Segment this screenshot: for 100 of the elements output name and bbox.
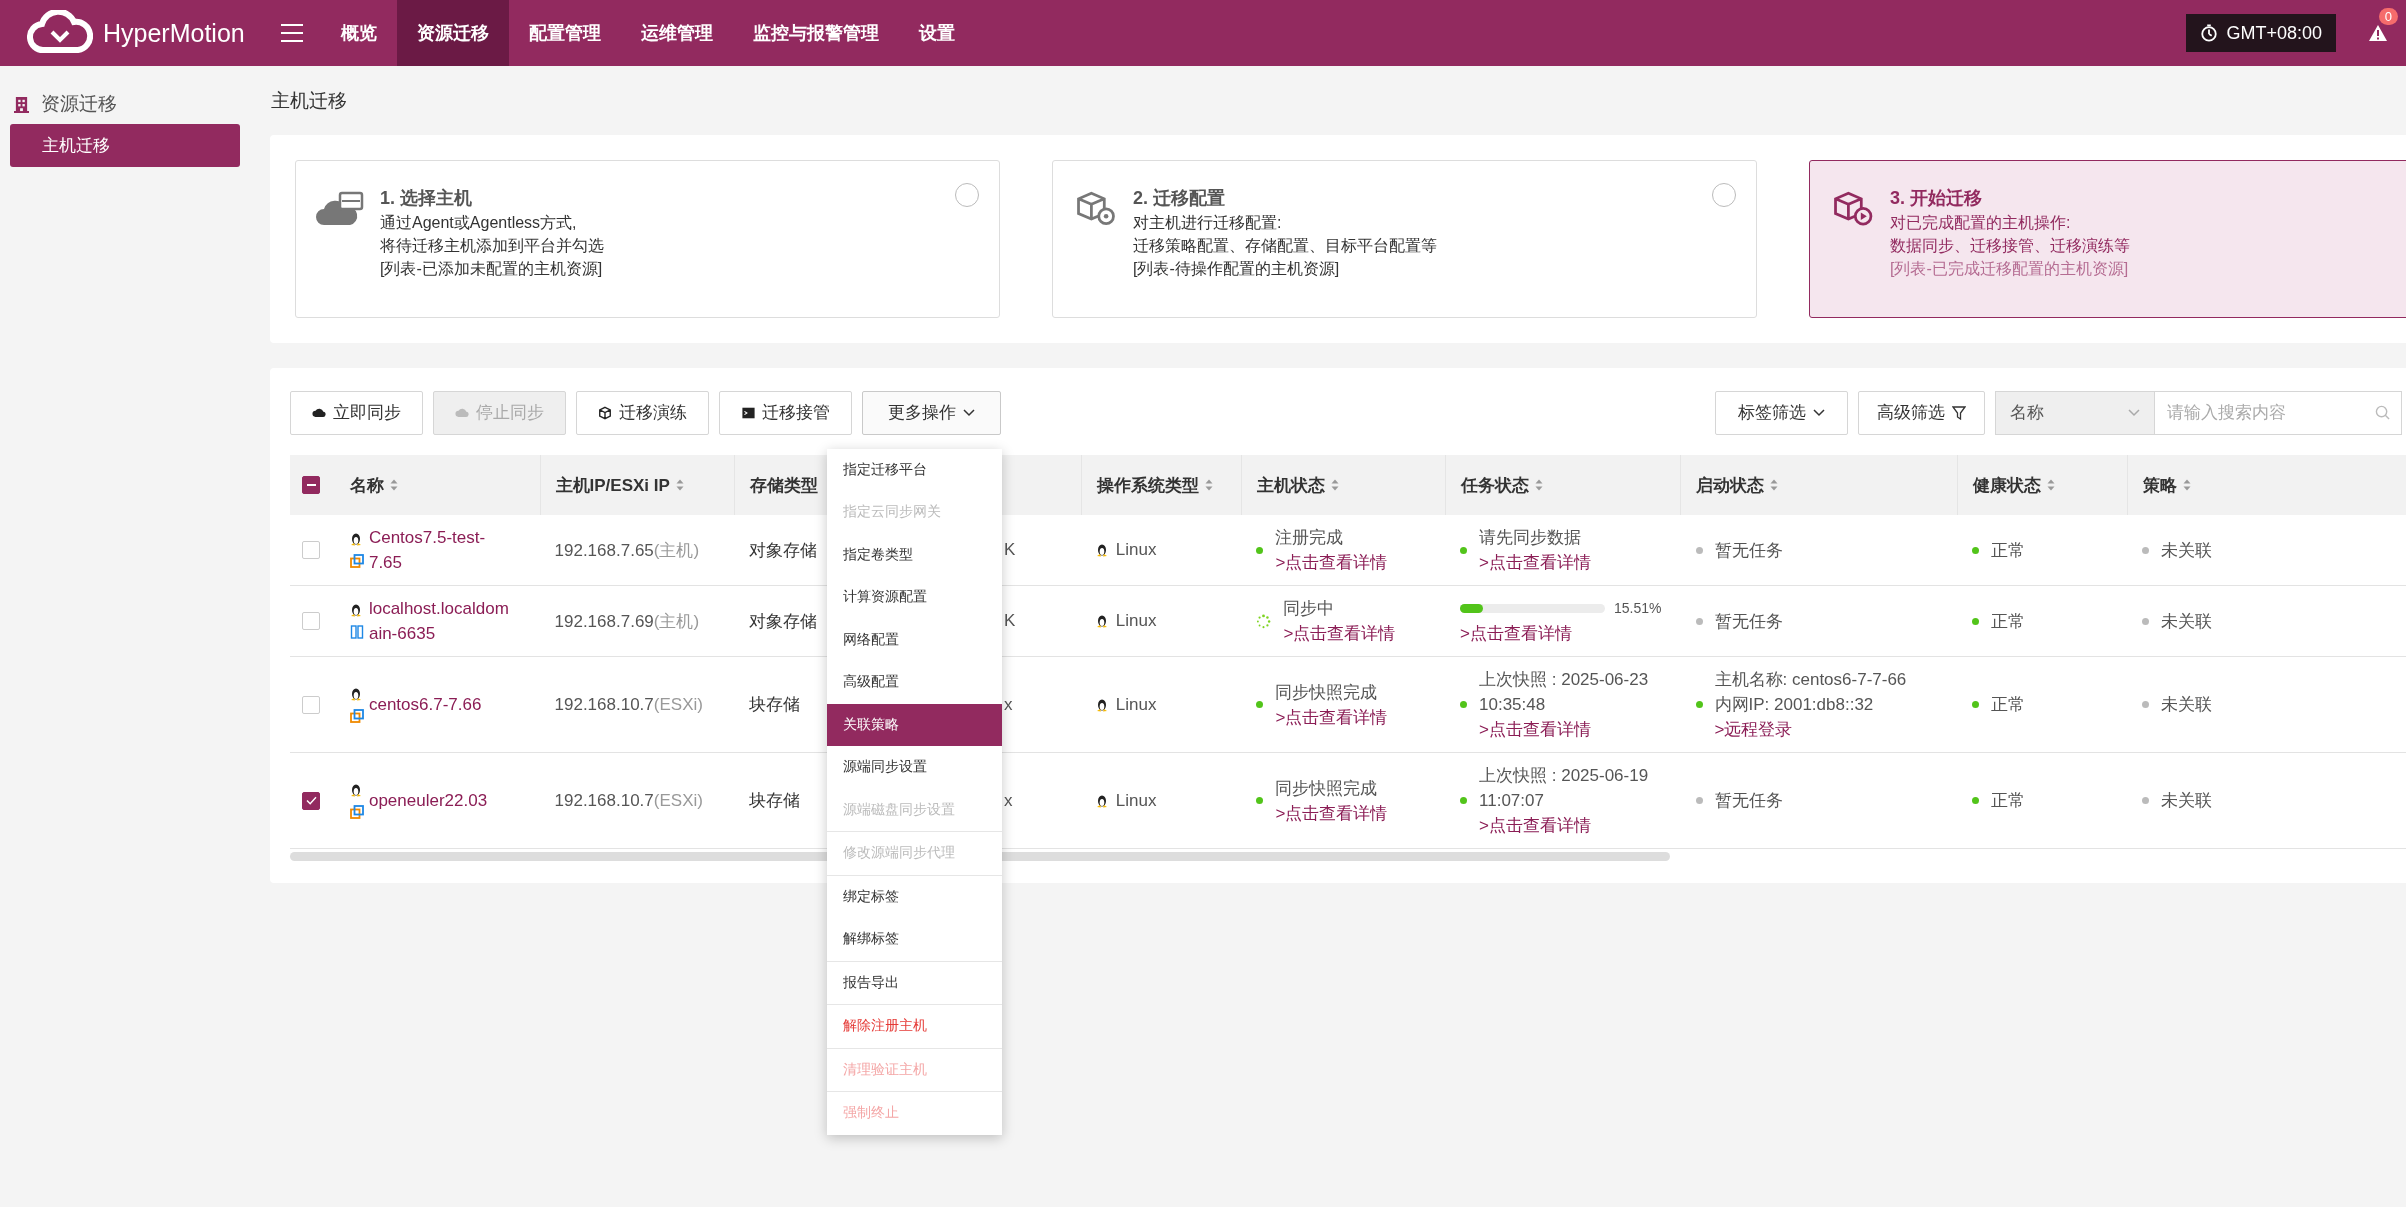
details-link[interactable]: >点击查看详情 xyxy=(1275,800,1388,826)
column-header[interactable]: 任务状态 xyxy=(1460,473,1529,497)
menu-item[interactable]: 计算资源配置 xyxy=(827,576,1002,619)
host-name-link[interactable]: openeuler22.03 xyxy=(368,788,509,813)
ip-address: 192.168.10.7(ESXi) xyxy=(554,694,703,715)
row-checkbox[interactable] xyxy=(302,791,320,810)
menu-item[interactable]: 解除注册主机 xyxy=(827,1005,1002,1048)
menu-item[interactable]: 报告导出 xyxy=(827,961,1002,1004)
toolbar-button[interactable]: 迁移接管 xyxy=(719,390,852,435)
sort-icon[interactable] xyxy=(1770,479,1779,491)
column-header[interactable]: 主机状态 xyxy=(1257,473,1326,497)
details-link[interactable]: >点击查看详情 xyxy=(1479,717,1673,742)
column-header[interactable]: 存储类型 xyxy=(750,473,819,497)
host-name-link[interactable]: localhost.localdomain-6635 xyxy=(368,596,509,646)
step-note: [列表-已添加未配置的主机资源] xyxy=(380,259,604,279)
sort-icon[interactable] xyxy=(1331,479,1340,491)
overlapping-squares-icon xyxy=(349,554,364,568)
advanced-filter-button[interactable]: 高级筛选 xyxy=(1858,390,1985,435)
brand-name: HyperMotion xyxy=(103,18,245,48)
details-link[interactable]: >点击查看详情 xyxy=(1460,621,1662,646)
step-title: 2. 迁移配置 xyxy=(1133,187,1226,210)
loading-spinner-icon xyxy=(1256,613,1272,629)
caret-icon xyxy=(1813,408,1825,417)
menu-item[interactable]: 高级配置 xyxy=(827,661,1002,704)
step-title: 1. 选择主机 xyxy=(380,187,473,210)
toolbar-button[interactable]: 立即同步 xyxy=(290,390,423,435)
menu-item[interactable]: 绑定标签 xyxy=(827,875,1002,918)
menu-item[interactable]: 指定卷类型 xyxy=(827,533,1002,576)
check-icon xyxy=(305,796,317,805)
policy-status: 未关联 xyxy=(2160,610,2212,633)
column-header[interactable]: 主机IP/ESXi IP xyxy=(555,473,670,497)
warning-icon[interactable] xyxy=(2368,24,2388,42)
storage-type: 对象存储 xyxy=(749,539,818,562)
timezone-button[interactable]: GMT+08:00 xyxy=(2186,14,2336,52)
nav-tab[interactable]: 配置管理 xyxy=(508,0,621,66)
nav-tab[interactable]: 运维管理 xyxy=(620,0,733,66)
step-card[interactable]: 1. 选择主机 通过Agent或Agentless方式, 将待迁移主机添加到平台并勾选 [列表-已添加未配置的主机资源] xyxy=(295,160,1000,318)
health-status: 正常 xyxy=(1990,694,2025,716)
step-description: 对主机进行迁移配置: xyxy=(1133,213,1283,233)
tag-filter-button[interactable]: 标签筛选 xyxy=(1715,390,1848,435)
nav-tab[interactable]: 资源迁移 xyxy=(396,0,509,66)
menu-item[interactable]: 源端同步设置 xyxy=(827,746,1002,789)
menu-item[interactable]: 指定迁移平台 xyxy=(827,448,1002,491)
sort-icon[interactable] xyxy=(675,479,684,491)
details-link[interactable]: >点击查看详情 xyxy=(1479,813,1673,838)
remote-login-link[interactable]: >远程登录 xyxy=(1714,717,1907,742)
progress-percent: 15.51% xyxy=(1614,599,1662,618)
details-link[interactable]: >点击查看详情 xyxy=(1275,550,1388,575)
menu-item[interactable]: 解绑标签 xyxy=(827,918,1002,961)
cube-icon xyxy=(598,405,612,420)
column-header[interactable]: 健康状态 xyxy=(1972,473,2041,497)
host-name-link[interactable]: centos6.7-7.66 xyxy=(368,692,509,717)
penguin-icon xyxy=(1095,697,1108,712)
step-card[interactable]: 3. 开始迁移 对已完成配置的主机操作: 数据同步、迁移接管、迁移演练等 [列表-已完成迁移配置的主机资源] xyxy=(1809,160,2406,318)
details-link[interactable]: >点击查看详情 xyxy=(1283,621,1396,646)
details-link[interactable]: >点击查看详情 xyxy=(1275,704,1388,730)
table-cell: x xyxy=(1003,694,1013,715)
sort-icon[interactable] xyxy=(2182,479,2191,491)
more-actions-button[interactable]: 更多操作 xyxy=(862,390,1001,435)
column-header[interactable]: 启动状态 xyxy=(1696,473,1765,497)
nav-tab[interactable]: 监控与报警管理 xyxy=(732,0,899,66)
storage-type: 块存储 xyxy=(749,694,801,716)
step-description: 将待迁移主机添加到平台并勾选 xyxy=(380,236,604,256)
nav-tab[interactable]: 设置 xyxy=(898,0,975,66)
search-field-select[interactable]: 名称 xyxy=(1995,390,2155,435)
penguin-icon xyxy=(1095,793,1108,808)
start-status: 内网IP: 2001:db8::32 xyxy=(1714,694,1875,716)
sort-icon[interactable] xyxy=(1204,479,1213,491)
server-icon xyxy=(349,625,364,639)
menu-item[interactable]: 关联策略 xyxy=(827,703,1002,746)
task-status: 请先同步数据 xyxy=(1479,527,1582,549)
search-field[interactable]: 请输入搜索内容 xyxy=(2155,390,2402,435)
ip-address: 192.168.7.65(主机) xyxy=(554,539,700,562)
step-description: 对已完成配置的主机操作: xyxy=(1890,213,2072,233)
filter-icon xyxy=(1952,405,1966,420)
select-all-checkbox[interactable] xyxy=(302,476,320,494)
column-header[interactable]: 名称 xyxy=(349,473,384,497)
step-description: 迁移策略配置、存储配置、目标平台配置等 xyxy=(1133,236,1437,256)
menu-icon[interactable] xyxy=(280,24,303,42)
policy-status: 未关联 xyxy=(2160,694,2212,716)
column-header[interactable]: 操作系统类型 xyxy=(1096,473,1199,497)
cloud-icon xyxy=(312,407,326,418)
sidebar-item[interactable]: 主机迁移 xyxy=(10,124,240,167)
penguin-icon xyxy=(349,603,362,617)
step-note: [列表-待操作配置的主机资源] xyxy=(1133,259,1341,279)
menu-item[interactable]: 网络配置 xyxy=(827,618,1002,661)
sort-icon[interactable] xyxy=(2046,479,2055,491)
sort-icon[interactable] xyxy=(1534,479,1543,491)
toolbar-button[interactable]: 迁移演练 xyxy=(576,390,709,435)
table-cell: K xyxy=(1003,540,1016,560)
sort-icon[interactable] xyxy=(389,479,398,491)
column-header[interactable]: 策略 xyxy=(2142,473,2177,497)
table-cell: x xyxy=(1003,790,1013,811)
details-link[interactable]: >点击查看详情 xyxy=(1479,550,1591,575)
nav-tab[interactable]: 概览 xyxy=(320,0,397,66)
host-name-link[interactable]: Centos7.5-test-7.65 xyxy=(368,525,509,575)
policy-status: 未关联 xyxy=(2160,539,2212,562)
caret-icon xyxy=(2128,408,2140,417)
task-status: 上次快照 : 2025-06-19 11:07:07 xyxy=(1479,765,1650,812)
step-card[interactable]: 2. 迁移配置 对主机进行迁移配置: 迁移策略配置、存储配置、目标平台配置等 [列表-待操作配置的主机资源] xyxy=(1052,160,1757,318)
